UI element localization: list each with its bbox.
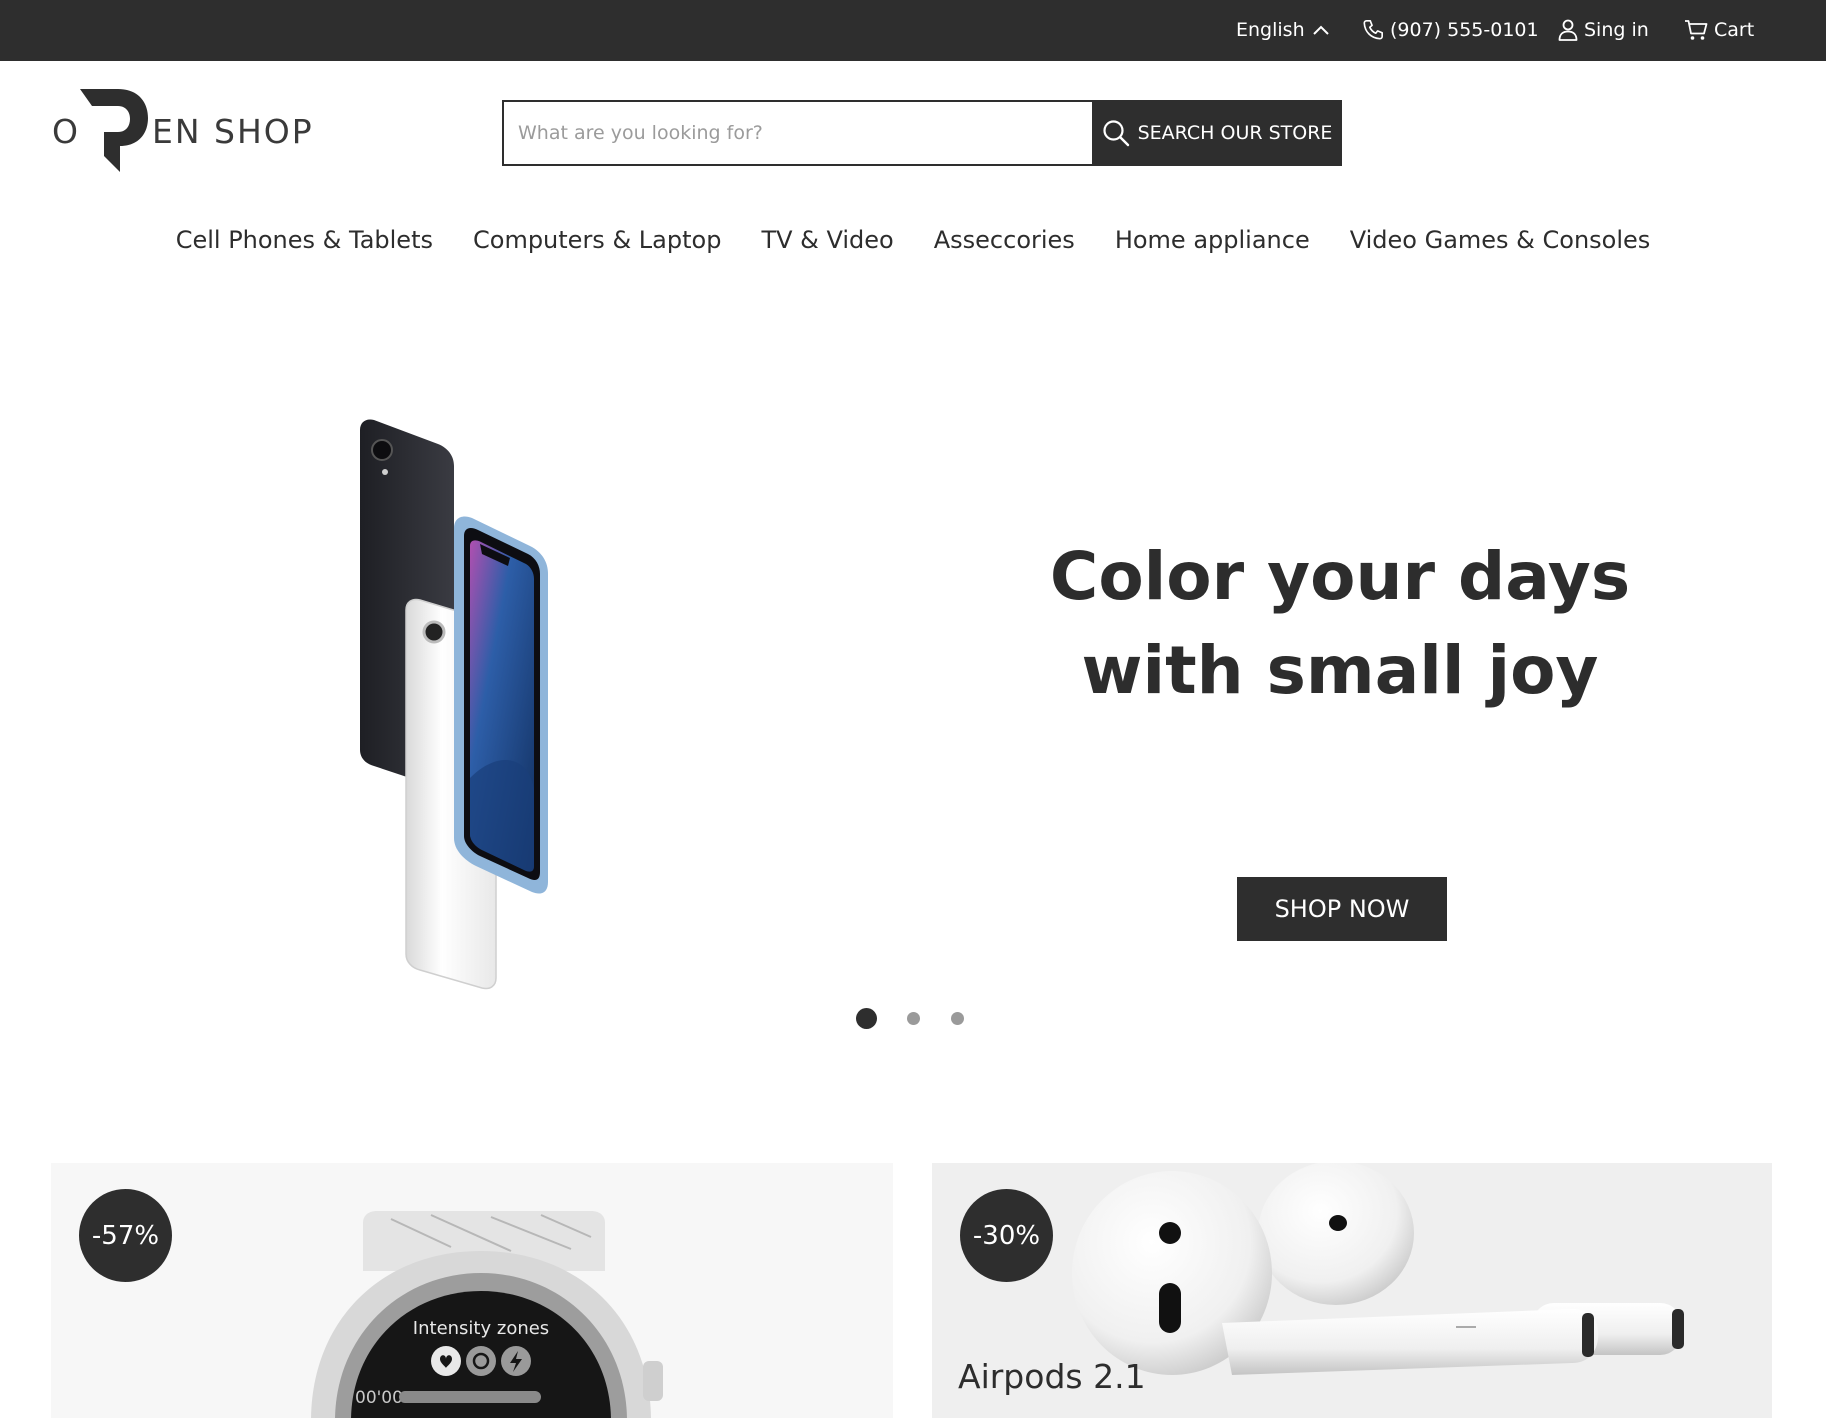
search-button[interactable]: SEARCH OUR STORE	[1092, 100, 1342, 166]
logo-text-rest: EN SHOP	[152, 112, 314, 151]
shop-now-button[interactable]: SHOP NOW	[1237, 877, 1447, 941]
nav-item-video-games[interactable]: Video Games & Consoles	[1350, 226, 1651, 254]
promo-title: Airpods 2.1	[958, 1357, 1146, 1396]
nav-item-computers[interactable]: Computers & Laptop	[473, 226, 721, 254]
carousel-dot-1[interactable]	[856, 1008, 877, 1029]
promo-card-watch[interactable]: -57% Intensity zones 00'00	[51, 1163, 893, 1418]
hero-phones-image	[360, 419, 548, 990]
search-input[interactable]	[502, 100, 1092, 166]
nav-item-home-appliance[interactable]: Home appliance	[1115, 226, 1310, 254]
logo-p-mark	[80, 89, 148, 172]
airpods-image	[1072, 1163, 1684, 1375]
search-button-label: SEARCH OUR STORE	[1137, 122, 1333, 144]
watch-time-text: 00'00	[355, 1388, 403, 1408]
language-label: English	[1236, 19, 1305, 41]
hero-title: Color your days with small joy	[1049, 538, 1631, 709]
phone-number: (907) 555-0101	[1390, 19, 1539, 41]
discount-badge: -30%	[960, 1189, 1053, 1282]
nav-item-cell-phones[interactable]: Cell Phones & Tablets	[176, 226, 433, 254]
phone-link[interactable]: (907) 555-0101	[1362, 14, 1539, 46]
watch-screen-text: Intensity zones	[413, 1318, 549, 1339]
signin-link[interactable]: Sing in	[1558, 14, 1649, 46]
nav-item-tv-video[interactable]: TV & Video	[761, 226, 893, 254]
top-bar: English (907) 555-0101 Sing in Cart	[0, 0, 1826, 61]
store-logo[interactable]: O EN SHOP	[50, 84, 312, 174]
promo-card-airpods[interactable]: -30% Airpods 2.1	[932, 1163, 1772, 1418]
cart-label: Cart	[1714, 19, 1755, 41]
cart-icon	[1685, 20, 1708, 40]
logo-text-o: O	[52, 112, 80, 151]
chevron-up-icon	[1312, 25, 1329, 35]
carousel-dot-3[interactable]	[951, 1012, 964, 1025]
discount-badge: -57%	[79, 1189, 172, 1282]
smartwatch-image: Intensity zones 00'00	[311, 1211, 663, 1418]
phone-icon	[1363, 20, 1383, 40]
category-nav: Cell Phones & Tablets Computers & Laptop…	[0, 226, 1826, 254]
nav-item-accessories[interactable]: Asseccories	[934, 226, 1075, 254]
language-selector[interactable]: English	[1236, 14, 1330, 46]
carousel-dot-2[interactable]	[907, 1012, 920, 1025]
user-icon	[1558, 19, 1578, 41]
search-icon	[1102, 120, 1129, 147]
signin-label: Sing in	[1584, 19, 1649, 41]
carousel-pagination	[856, 1008, 964, 1029]
search-bar: SEARCH OUR STORE	[502, 100, 1342, 166]
cart-link[interactable]: Cart	[1684, 14, 1754, 46]
